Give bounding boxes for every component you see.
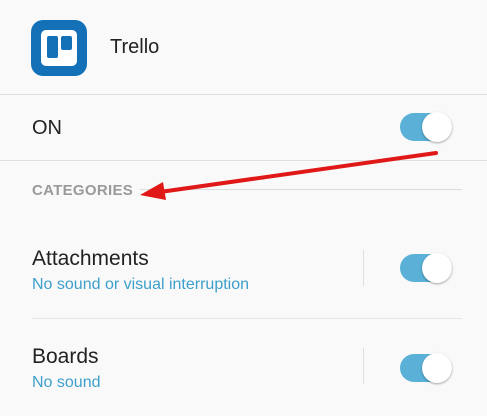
categories-header-line [140,189,462,190]
row-divider [32,318,462,319]
row-vertical-separator [363,348,364,384]
master-toggle-label: ON [32,117,62,139]
category-title: Boards [32,345,99,368]
on-row-divider [0,160,487,161]
categories-header: CATEGORIES [32,182,134,199]
row-vertical-separator [363,250,364,286]
toggle-knob [422,112,452,142]
notification-settings-screen: Trello ON CATEGORIES Attachments No soun… [0,0,487,416]
attachments-toggle-switch[interactable] [400,253,452,283]
master-toggle-row[interactable]: ON [0,95,487,160]
category-row-boards[interactable]: Boards No sound [0,326,487,416]
app-name: Trello [110,36,160,58]
category-subtitle: No sound [32,374,101,391]
boards-toggle-switch[interactable] [400,353,452,383]
master-toggle-switch[interactable] [400,112,452,142]
toggle-knob [422,353,452,383]
category-row-attachments[interactable]: Attachments No sound or visual interrupt… [0,230,487,320]
category-title: Attachments [32,247,149,270]
toggle-knob [422,253,452,283]
app-header: Trello [0,0,487,94]
trello-logo-icon [31,20,87,76]
category-subtitle: No sound or visual interruption [32,276,250,293]
